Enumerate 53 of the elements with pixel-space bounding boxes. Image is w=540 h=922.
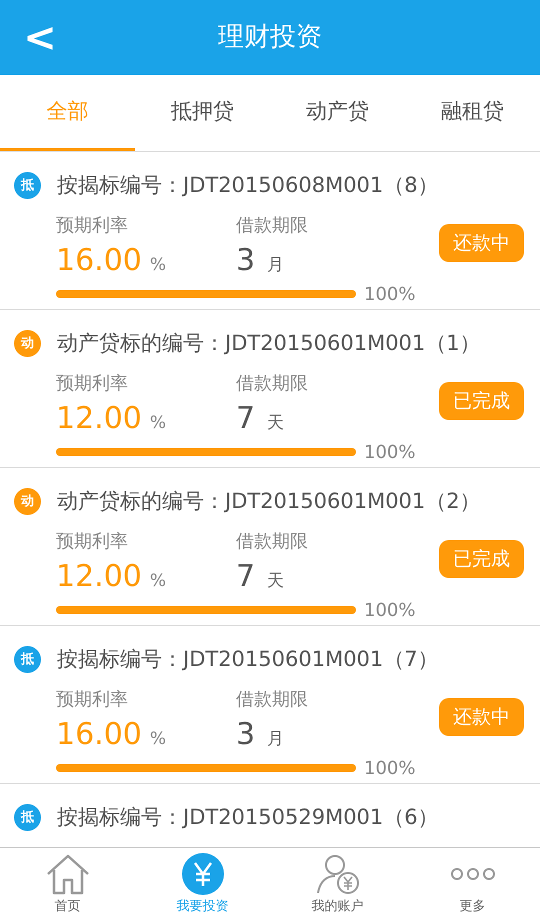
progress-percent: 100% (364, 598, 416, 622)
loan-title: 按揭标编号：JDT20150608M001（8） (57, 172, 439, 199)
term-unit: 天 (267, 570, 284, 592)
loan-type-badge: 抵 (14, 804, 41, 832)
term-label: 借款期限 (236, 530, 308, 554)
loan-title: 按揭标编号：JDT20150529M001（6） (57, 804, 439, 831)
term-value: 3 (236, 242, 256, 278)
term-unit: 月 (267, 728, 284, 750)
term-label: 借款期限 (236, 372, 308, 396)
term-unit: 天 (267, 412, 284, 434)
progress-percent: 100% (364, 440, 416, 464)
user-yen-icon (314, 852, 360, 894)
status-badge: 还款中 (439, 698, 524, 736)
nav-tab[interactable]: 首页 (0, 848, 135, 922)
filter-tab[interactable]: 动产贷 (270, 75, 405, 151)
rate-unit: % (150, 254, 166, 276)
loan-title: 动产贷标的编号：JDT20150601M001（2） (57, 488, 481, 515)
status-badge: 已完成 (439, 382, 524, 420)
rate-value: 16.00 (56, 242, 142, 278)
rate-value: 12.00 (56, 400, 142, 436)
rate-label: 预期利率 (56, 530, 128, 554)
progress-percent: 100% (364, 282, 416, 306)
filter-tab[interactable]: 抵押贷 (135, 75, 270, 151)
term-unit: 月 (267, 254, 284, 276)
rate-unit: % (150, 412, 166, 434)
loan-type-badge: 动 (14, 488, 41, 516)
more-icon (450, 868, 496, 880)
rate-label: 预期利率 (56, 372, 128, 396)
filter-tab[interactable]: 融租贷 (405, 75, 540, 151)
progress-percent: 100% (364, 756, 416, 780)
rate-label: 预期利率 (56, 214, 128, 238)
term-label: 借款期限 (236, 688, 308, 712)
loan-type-badge: 抵 (14, 646, 41, 674)
loan-type-badge: 抵 (14, 172, 41, 200)
term-value: 7 (236, 558, 256, 594)
rate-unit: % (150, 570, 166, 592)
status-badge: 已完成 (439, 540, 524, 578)
loan-type-badge: 动 (14, 330, 41, 358)
nav-tab[interactable]: 我的账户 (270, 848, 405, 922)
nav-tab[interactable]: 更多 (405, 848, 540, 922)
term-value: 3 (236, 716, 256, 752)
term-label: 借款期限 (236, 214, 308, 238)
loan-title: 动产贷标的编号：JDT20150601M001（1） (57, 330, 481, 357)
status-badge: 还款中 (439, 224, 524, 262)
rate-unit: % (150, 728, 166, 750)
rate-label: 预期利率 (56, 688, 128, 712)
page-title: 理财投资 (218, 21, 322, 54)
home-icon (44, 852, 90, 894)
loan-title: 按揭标编号：JDT20150601M001（7） (57, 646, 439, 673)
rate-value: 16.00 (56, 716, 142, 752)
rate-value: 12.00 (56, 558, 142, 594)
yen-icon (182, 852, 224, 894)
term-value: 7 (236, 400, 256, 436)
